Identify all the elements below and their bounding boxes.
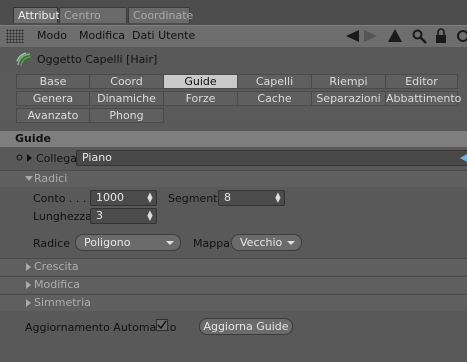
simmetria-group-header[interactable]: Simmetria bbox=[0, 294, 467, 311]
subtab-abbattimento[interactable]: Abbattimento bbox=[385, 91, 461, 106]
settings-icon[interactable] bbox=[456, 29, 467, 44]
search-icon[interactable] bbox=[412, 29, 427, 44]
expand-arrow-icon bbox=[26, 299, 31, 307]
tab-attributi[interactable]: Attributi bbox=[13, 7, 63, 23]
mappa-value: Vecchio bbox=[240, 236, 283, 249]
collega-value: Piano bbox=[82, 151, 112, 164]
conto-label: Conto . . . . bbox=[33, 192, 94, 205]
radici-label: Radici bbox=[34, 172, 68, 185]
modifica-group-header[interactable]: Modifica bbox=[0, 276, 467, 293]
collega-row: Collega Piano bbox=[0, 149, 467, 167]
hair-object-icon bbox=[16, 52, 32, 67]
mappa-label: Mappa bbox=[193, 237, 230, 250]
radici-group-header[interactable]: Radici bbox=[0, 170, 467, 187]
tab-bar: Attributi Centro Asse Coordinate bbox=[0, 0, 467, 38]
conto-stepper-icon[interactable]: ▲ ▼ bbox=[147, 192, 153, 204]
menu-bar: Modo Modifica Dati Utente bbox=[0, 25, 467, 48]
subtab-grid: Base Coord Guide Capelli Riempi Capelli … bbox=[0, 72, 467, 124]
subtab-coord[interactable]: Coord bbox=[89, 74, 164, 89]
tab-centro-asse[interactable]: Centro Asse bbox=[59, 7, 127, 38]
subtab-base[interactable]: Base bbox=[16, 74, 90, 89]
collega-label: Collega bbox=[36, 152, 78, 165]
expand-arrow-icon bbox=[26, 281, 31, 289]
lunghezza-value: 3 bbox=[96, 209, 103, 222]
animation-dot-icon[interactable] bbox=[16, 154, 23, 161]
menu-modo[interactable]: Modo bbox=[37, 29, 67, 42]
subtab-capelli[interactable]: Capelli bbox=[237, 74, 312, 89]
radice-dropdown[interactable]: Poligono bbox=[75, 234, 181, 251]
auto-update-checkbox[interactable] bbox=[156, 319, 168, 331]
checkmark-icon bbox=[157, 320, 167, 330]
chevron-down-icon bbox=[166, 241, 174, 245]
tab-coordinate[interactable]: Coordinate bbox=[128, 7, 193, 23]
auto-update-label: Aggiornamento Automatico bbox=[25, 321, 177, 334]
grip-icon[interactable] bbox=[6, 29, 24, 43]
conto-input[interactable]: 1000 ▲ ▼ bbox=[90, 190, 157, 206]
object-row: Oggetto Capelli [Hair] bbox=[0, 47, 467, 71]
section-header-guide: Guide bbox=[0, 131, 467, 147]
menu-modifica[interactable]: Modifica bbox=[79, 29, 125, 42]
object-title: Oggetto Capelli [Hair] bbox=[37, 53, 158, 66]
aggiorna-guide-button[interactable]: Aggiorna Guide bbox=[199, 318, 293, 335]
radice-value: Poligono bbox=[84, 236, 131, 249]
auto-update-row: Aggiornamento Automatico Aggiorna Guide bbox=[0, 312, 467, 362]
segmenti-value: 8 bbox=[224, 191, 231, 204]
mappa-dropdown[interactable]: Vecchio bbox=[231, 234, 302, 251]
subtab-riempi-capelli[interactable]: Riempi Capelli bbox=[311, 74, 386, 102]
segmenti-label: Segmenti bbox=[168, 192, 221, 205]
subtab-avanzato[interactable]: Avanzato bbox=[16, 108, 90, 123]
subtab-editor[interactable]: Editor bbox=[385, 74, 458, 89]
lunghezza-stepper-icon[interactable]: ▲ ▼ bbox=[147, 210, 153, 222]
crescita-group-header[interactable]: Crescita bbox=[0, 258, 467, 275]
expand-arrow-icon[interactable] bbox=[27, 154, 32, 162]
subtab-phong[interactable]: Phong bbox=[89, 108, 164, 123]
lunghezza-input[interactable]: 3 ▲ ▼ bbox=[90, 208, 157, 224]
simmetria-label: Simmetria bbox=[34, 296, 91, 309]
subtab-cache[interactable]: Cache bbox=[237, 91, 312, 106]
segmenti-input[interactable]: 8 ▲ ▼ bbox=[218, 190, 285, 206]
back-arrow-icon[interactable] bbox=[346, 30, 360, 42]
subtab-genera[interactable]: Genera bbox=[16, 91, 90, 106]
conto-value: 1000 bbox=[96, 191, 124, 204]
subtab-dinamiche[interactable]: Dinamiche bbox=[89, 91, 164, 106]
chevron-down-icon bbox=[287, 241, 295, 245]
link-arrow-icon[interactable] bbox=[460, 154, 467, 162]
up-arrow-icon[interactable] bbox=[388, 29, 402, 43]
crescita-label: Crescita bbox=[34, 260, 79, 273]
forward-arrow-icon[interactable] bbox=[364, 30, 378, 42]
expand-arrow-icon bbox=[26, 263, 31, 271]
subtab-forze[interactable]: Forze bbox=[163, 91, 238, 106]
modifica-label: Modifica bbox=[34, 278, 80, 291]
segmenti-stepper-icon[interactable]: ▲ ▼ bbox=[275, 192, 281, 204]
radice-label: Radice bbox=[33, 237, 70, 250]
radici-body: Conto . . . . 1000 ▲ ▼ Segmenti 8 ▲ ▼ Lung… bbox=[0, 187, 467, 257]
collega-link-field[interactable]: Piano bbox=[76, 150, 467, 166]
collapse-arrow-icon bbox=[25, 176, 33, 181]
menu-dati-utente[interactable]: Dati Utente bbox=[132, 29, 195, 42]
lunghezza-label: Lunghezza bbox=[33, 210, 92, 223]
subtab-guide[interactable]: Guide bbox=[163, 74, 238, 89]
subtab-separazioni[interactable]: Separazioni bbox=[311, 91, 386, 106]
lock-icon[interactable] bbox=[435, 28, 447, 44]
